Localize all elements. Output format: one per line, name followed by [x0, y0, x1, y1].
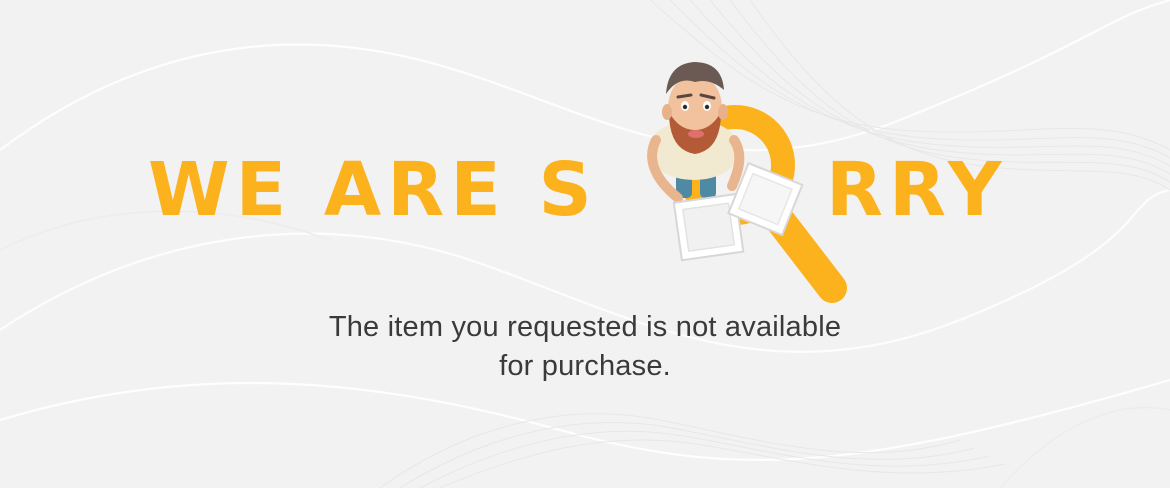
headline-left-text: WE ARE S — [148, 147, 598, 233]
confused-man-illustration — [647, 62, 847, 303]
message-line-1: The item you requested is not available — [328, 311, 842, 343]
unavailable-message: The item you requested is not available … — [135, 308, 1035, 386]
message-line-2: for purchase. — [499, 350, 671, 382]
sorry-banner: WE ARE S RRY The item you requested is n… — [0, 0, 1170, 488]
